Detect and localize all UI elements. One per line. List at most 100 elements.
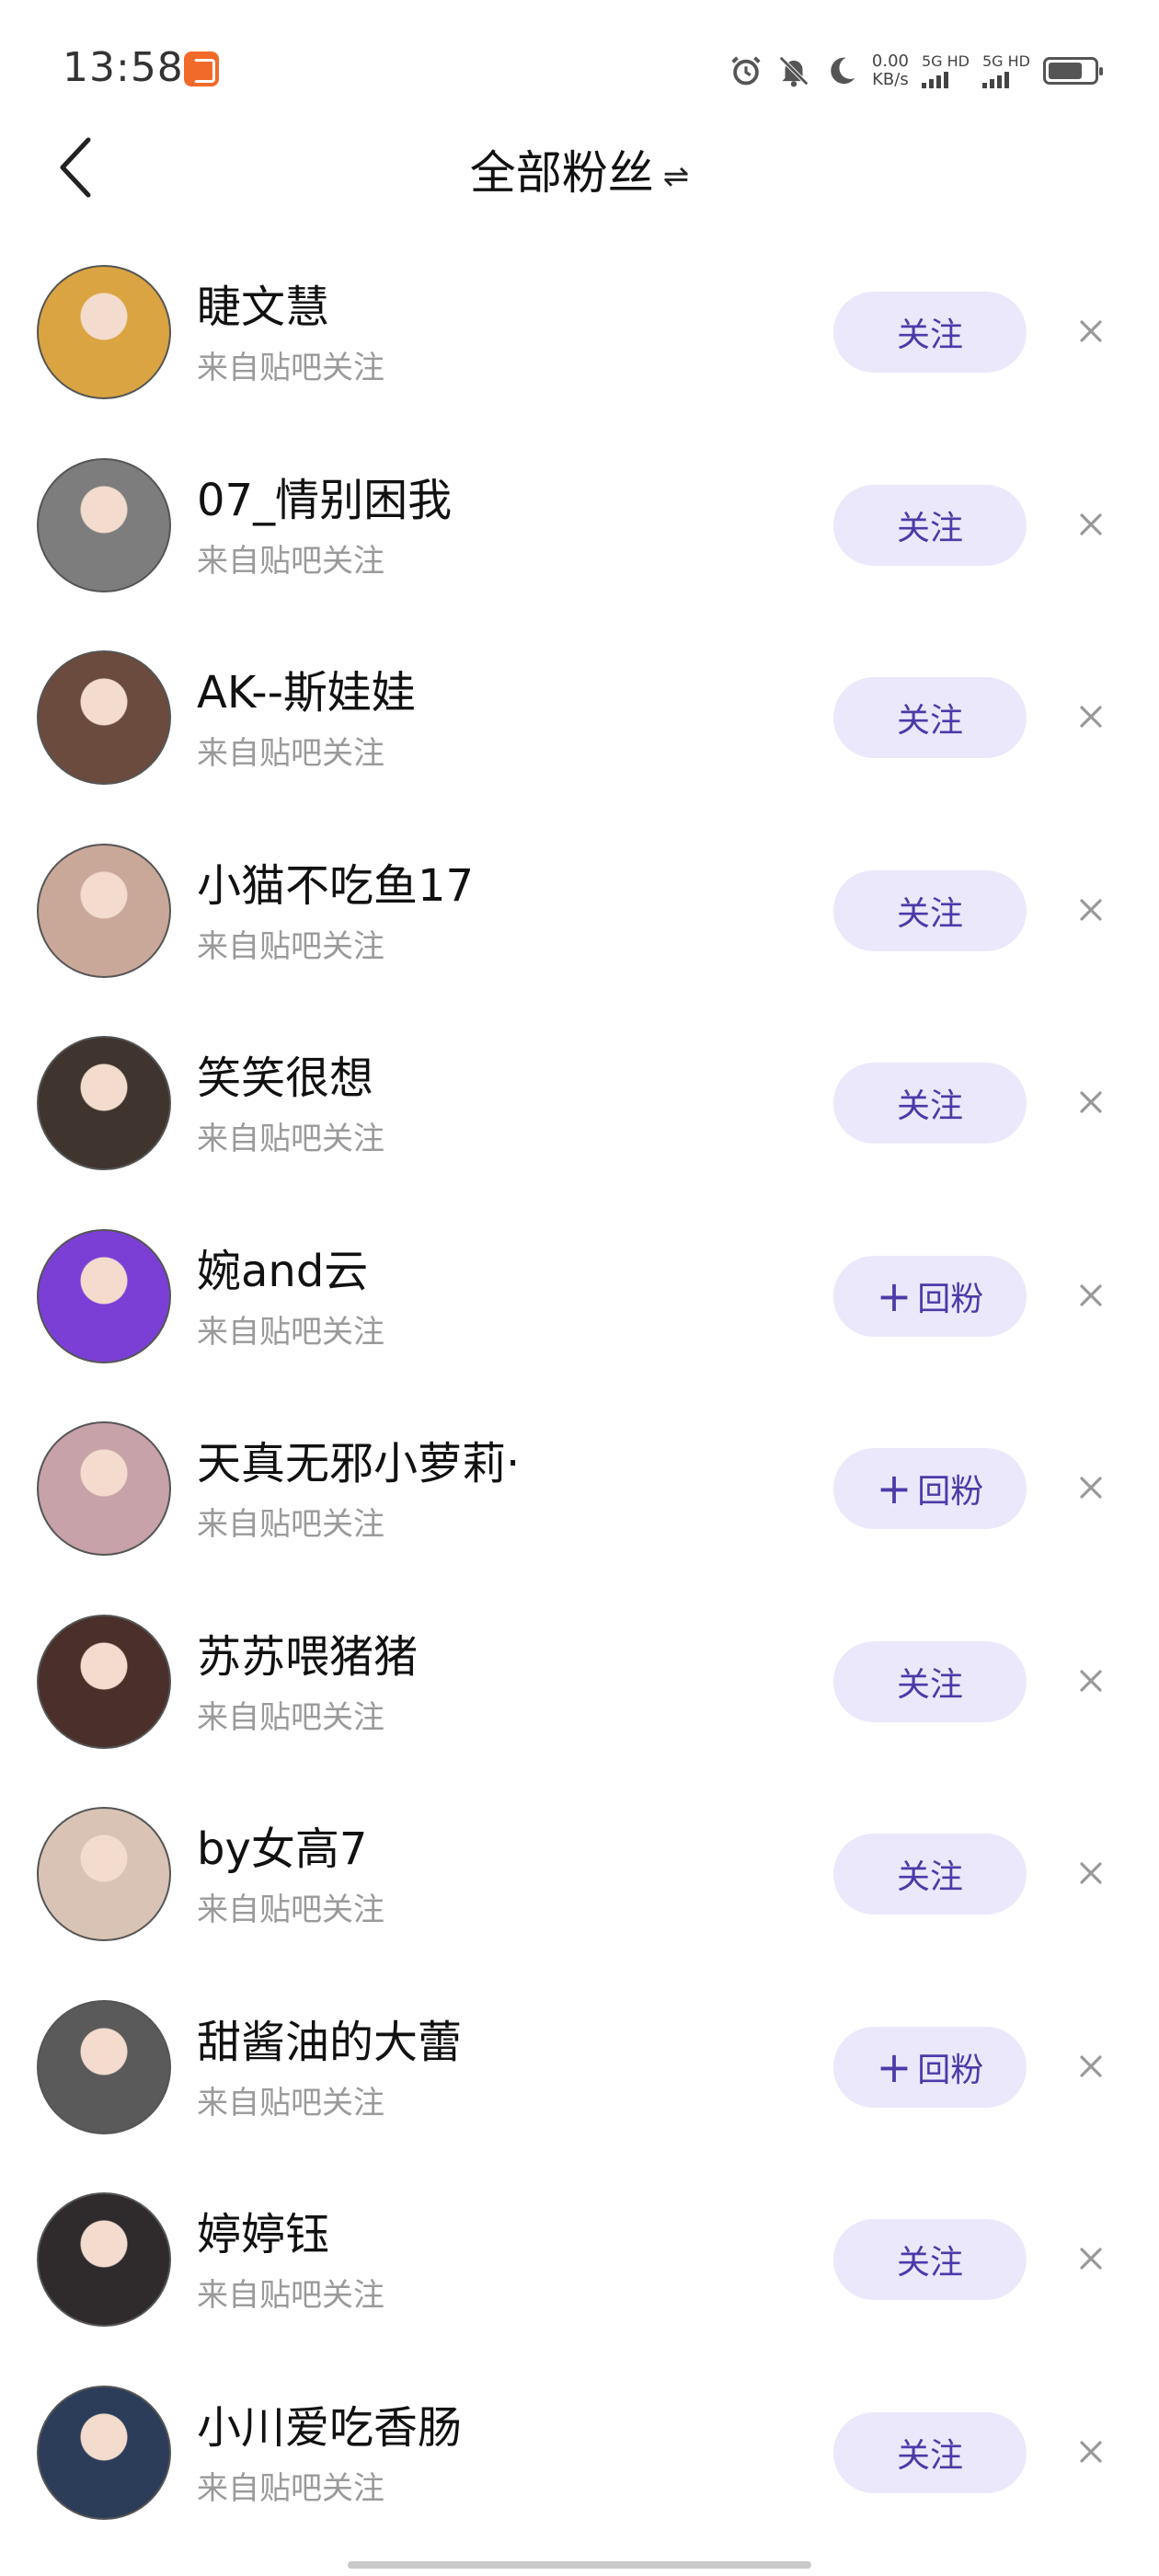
moon-icon <box>831 57 855 85</box>
follower-source: 来自贴吧关注 <box>197 2084 384 2122</box>
follower-name[interactable]: 笑笑很想 <box>197 1041 373 1106</box>
follow-button[interactable]: 关注 <box>833 292 1027 373</box>
follower-name[interactable]: 婷婷钰 <box>197 2198 329 2262</box>
follow-back-button[interactable]: + 回粉 <box>833 2026 1027 2108</box>
avatar[interactable] <box>37 1614 171 1749</box>
follow-button-label: 回粉 <box>917 2051 984 2089</box>
close-icon[interactable] <box>1069 2044 1113 2088</box>
close-icon[interactable] <box>1069 888 1113 932</box>
follower-source: 来自贴吧关注 <box>197 1698 384 1736</box>
page-title-bar: 全部粉丝 ⇌ <box>0 136 1159 202</box>
follower-row[interactable]: 甜酱油的大蕾 来自贴吧关注 + 回粉 <box>0 1972 1159 2166</box>
avatar[interactable] <box>37 1807 171 1941</box>
follow-button[interactable]: 关注 <box>833 1640 1027 1722</box>
follower-row[interactable]: 07_情别困我 来自贴吧关注 关注 <box>0 431 1159 624</box>
sim1-label: 5G HD <box>921 52 970 70</box>
net-speed-value: 0.00 <box>871 52 909 71</box>
signal-bars-icon <box>981 70 1009 88</box>
follower-row[interactable]: 苏苏喂猪猪 来自贴吧关注 关注 <box>0 1587 1159 1780</box>
close-icon[interactable] <box>1069 2237 1113 2281</box>
follower-row[interactable]: 婉and云 来自贴吧关注 + 回粉 <box>0 1202 1159 1395</box>
close-icon[interactable] <box>1069 1851 1113 1895</box>
follower-source: 来自贴吧关注 <box>197 542 384 580</box>
plus-icon: + <box>876 1271 912 1321</box>
follower-source: 来自贴吧关注 <box>197 927 384 965</box>
status-icons: 0.00 KB/s 5G HD 5G HD <box>729 48 1103 94</box>
close-icon[interactable] <box>1069 502 1113 546</box>
close-icon[interactable] <box>1069 1659 1113 1703</box>
follow-button-label: 关注 <box>896 894 963 933</box>
close-icon[interactable] <box>1069 2430 1113 2474</box>
follow-button[interactable]: 关注 <box>833 1063 1027 1144</box>
follow-back-button[interactable]: + 回粉 <box>833 1448 1027 1529</box>
follower-name[interactable]: 天真无邪小萝莉· <box>197 1427 520 1491</box>
follower-name[interactable]: 07_情别困我 <box>197 464 452 528</box>
follower-row[interactable]: AK--斯娃娃 来自贴吧关注 关注 <box>0 623 1159 816</box>
close-icon[interactable] <box>1069 309 1113 353</box>
follower-source: 来自贴吧关注 <box>197 2469 384 2507</box>
avatar[interactable] <box>37 457 171 592</box>
close-icon[interactable] <box>1069 1273 1113 1317</box>
follower-row[interactable]: 笑笑很想 来自贴吧关注 关注 <box>0 1008 1159 1202</box>
follower-name[interactable]: 甜酱油的大蕾 <box>197 2006 462 2070</box>
follower-source: 来自贴吧关注 <box>197 2277 384 2314</box>
signal-bars-icon <box>921 70 948 88</box>
avatar[interactable] <box>37 265 171 399</box>
switch-list-icon[interactable]: ⇌ <box>663 158 690 195</box>
follow-button[interactable]: 关注 <box>833 1834 1027 1915</box>
follow-button-label: 关注 <box>896 1665 963 1704</box>
follower-source: 来自贴吧关注 <box>197 350 384 386</box>
close-icon[interactable] <box>1069 1466 1113 1510</box>
bell-muted-icon <box>778 56 809 87</box>
avatar[interactable] <box>37 1999 171 2134</box>
follow-button[interactable]: 关注 <box>833 2219 1027 2300</box>
follow-button[interactable]: 关注 <box>833 484 1027 566</box>
close-icon[interactable] <box>1069 1080 1113 1124</box>
status-time: 13:58 <box>63 44 184 91</box>
follower-row[interactable]: 睫文慧 来自贴吧关注 关注 <box>0 237 1159 431</box>
avatar[interactable] <box>37 1036 171 1170</box>
plus-icon: + <box>876 2041 912 2092</box>
follower-name[interactable]: 苏苏喂猪猪 <box>197 1620 418 1685</box>
follower-row[interactable]: 婷婷钰 来自贴吧关注 关注 <box>0 2165 1159 2358</box>
app-notification-icon <box>184 52 219 86</box>
follower-row[interactable]: 小猫不吃鱼17 来自贴吧关注 关注 <box>0 816 1159 1009</box>
follow-button-label: 关注 <box>896 702 963 740</box>
follower-name[interactable]: AK--斯娃娃 <box>197 656 416 720</box>
net-speed: 0.00 KB/s <box>872 52 909 89</box>
follow-button-label: 关注 <box>896 2436 963 2475</box>
sim2-label: 5G HD <box>981 52 1030 70</box>
follower-source: 来自贴吧关注 <box>197 1313 384 1351</box>
follow-button[interactable]: 关注 <box>833 677 1027 758</box>
follower-name[interactable]: 小猫不吃鱼17 <box>197 849 474 914</box>
follower-name[interactable]: 婉and云 <box>197 1235 368 1299</box>
avatar[interactable] <box>37 2385 171 2520</box>
close-icon[interactable] <box>1069 695 1113 739</box>
follow-button-label: 回粉 <box>917 1473 984 1511</box>
follow-button[interactable]: 关注 <box>833 2411 1027 2493</box>
follower-name[interactable]: by女高7 <box>197 1812 367 1877</box>
follow-button-label: 关注 <box>896 2244 963 2282</box>
avatar[interactable] <box>37 1228 171 1363</box>
follow-button[interactable]: 关注 <box>833 869 1027 951</box>
follower-row[interactable]: 天真无邪小萝莉· 来自贴吧关注 + 回粉 <box>0 1394 1159 1587</box>
home-indicator[interactable] <box>348 2561 811 2569</box>
follow-back-button[interactable]: + 回粉 <box>833 1255 1027 1337</box>
follow-button-label: 关注 <box>896 1858 963 1896</box>
avatar[interactable] <box>37 843 171 978</box>
follower-name[interactable]: 小川爱吃香肠 <box>197 2391 462 2455</box>
follower-name[interactable]: 睫文慧 <box>197 270 329 335</box>
sim2-signal: 5G HD <box>981 52 1030 88</box>
avatar[interactable] <box>37 1421 171 1556</box>
follower-source: 来自贴吧关注 <box>197 735 384 772</box>
status-bar: 13:58 0.00 KB/s 5G HD 5G HD <box>0 0 1159 138</box>
follower-row[interactable]: 小川爱吃香肠 来自贴吧关注 关注 <box>0 2358 1159 2551</box>
battery-icon <box>1043 57 1103 85</box>
follower-row[interactable]: by女高7 来自贴吧关注 关注 <box>0 1779 1159 1972</box>
follow-button-label: 关注 <box>896 1087 963 1125</box>
avatar[interactable] <box>37 2192 171 2327</box>
follow-button-label: 关注 <box>896 509 963 547</box>
followers-list: 睫文慧 来自贴吧关注 关注 07_情别困我 来自贴吧关注 关注 AK--斯娃娃 … <box>0 237 1159 2550</box>
net-speed-unit: KB/s <box>872 70 909 89</box>
avatar[interactable] <box>37 650 171 785</box>
